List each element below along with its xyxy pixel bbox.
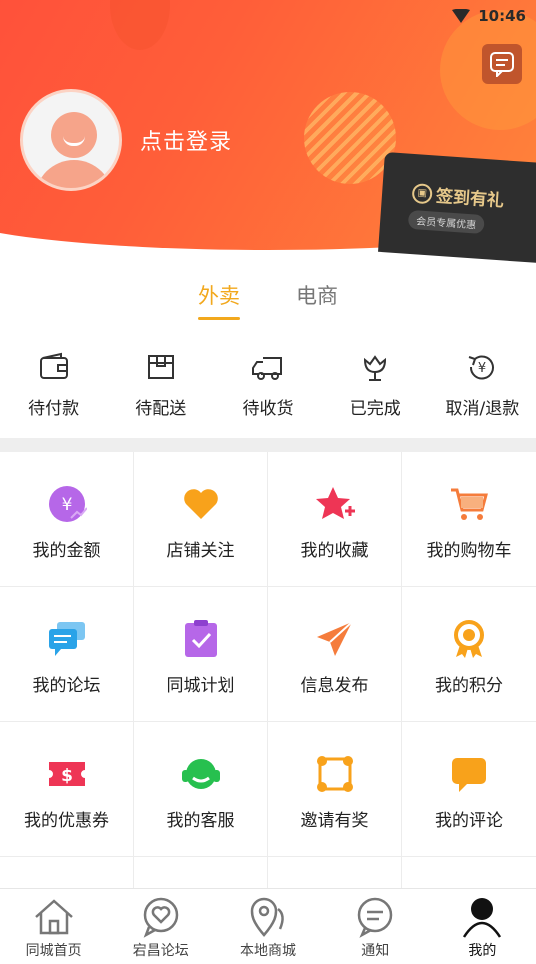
wallet-icon (39, 352, 68, 379)
grid-item-label: 我的客服 (166, 811, 235, 831)
avatar-body (35, 160, 113, 188)
grid-item-comments[interactable]: 我的评论 (402, 722, 536, 857)
signin-card[interactable]: ▣ 签到有礼 会员专属优惠 (378, 152, 536, 263)
grid-item-label: 我的优惠券 (24, 811, 109, 831)
nav-label: 我的 (468, 943, 497, 959)
nav-forum[interactable]: 宕昌论坛 (107, 889, 214, 964)
nav-label: 通知 (361, 943, 390, 959)
message-icon (490, 52, 514, 77)
profile-header: 10:46 点击登录 ▣ 签到有礼 会员专属优惠 (0, 0, 536, 270)
order-pending-receipt[interactable]: 待收货 (214, 350, 321, 430)
grid-item-coupons[interactable]: $ 我的优惠券 (0, 722, 134, 857)
svg-text:¥: ¥ (478, 361, 486, 376)
forum-icon (48, 622, 85, 656)
grid-item-label: 我的论坛 (32, 676, 101, 696)
order-label: 取消/退款 (445, 399, 520, 419)
user-icon (463, 898, 502, 938)
grid-item-label: 店铺关注 (166, 541, 235, 561)
grid-item-my-balance[interactable]: ¥ 我的金额 (0, 452, 134, 587)
grid-item-label: 我的积分 (435, 676, 503, 696)
nav-notifications[interactable]: 通知 (322, 889, 429, 964)
order-refund[interactable]: ¥ 取消/退款 (429, 350, 536, 430)
home-icon (34, 899, 73, 935)
notice-icon (357, 897, 393, 938)
profile-screen: 10:46 点击登录 ▣ 签到有礼 会员专属优惠 外卖 电商 待付款 待配送 待… (0, 0, 536, 964)
nav-label: 宕昌论坛 (132, 943, 189, 959)
order-pending-delivery[interactable]: 待配送 (107, 350, 214, 430)
flower-icon (364, 355, 387, 381)
heart-icon (183, 489, 218, 519)
gift-icon: ▣ (411, 182, 433, 204)
grid-item-label: 我的购物车 (426, 541, 512, 561)
nav-local-mall[interactable]: 本地商城 (214, 889, 321, 964)
nav-home[interactable]: 同城首页 (0, 889, 107, 964)
login-link[interactable]: 点击登录 (140, 124, 232, 156)
forum-heart-icon (143, 897, 179, 938)
grid-item-my-forum[interactable]: 我的论坛 (0, 587, 134, 722)
medal-icon (454, 620, 484, 658)
money-icon: ¥ (48, 486, 87, 522)
order-completed[interactable]: 已完成 (322, 350, 429, 430)
order-pending-payment[interactable]: 待付款 (0, 350, 107, 430)
signin-title: ▣ 签到有礼 (411, 180, 505, 211)
refund-icon: ¥ (469, 355, 495, 380)
grid-item-customer-service[interactable]: 我的客服 (134, 722, 268, 857)
message-button[interactable] (482, 44, 522, 84)
signin-subtitle: 会员专属优惠 (407, 209, 485, 235)
order-label: 待付款 (28, 399, 80, 419)
section-divider (0, 438, 536, 452)
signin-title-text: 签到有礼 (435, 186, 505, 212)
cart-icon (451, 488, 488, 520)
nav-label: 同城首页 (25, 943, 82, 959)
bottom-navigation: 同城首页 宕昌论坛 本地商城 通知 我的 (0, 888, 536, 964)
location-icon (250, 897, 284, 937)
tab-ecommerce[interactable]: 电商 (296, 280, 338, 320)
coupon-icon: $ (48, 762, 85, 786)
order-label: 待收货 (242, 399, 294, 419)
grid-item-label: 信息发布 (300, 676, 369, 696)
grid-item-invite[interactable]: 邀请有奖 (268, 722, 402, 857)
nav-label: 本地商城 (240, 943, 296, 959)
truck-icon (252, 357, 282, 380)
avatar-head (51, 112, 97, 158)
order-type-tabs: 外卖 电商 (0, 280, 536, 320)
grid-item-post-info[interactable]: 信息发布 (268, 587, 402, 722)
order-label: 已完成 (349, 399, 401, 419)
tab-takeout[interactable]: 外卖 (198, 280, 240, 320)
headset-icon (181, 759, 220, 789)
grid-item-points[interactable]: 我的积分 (402, 587, 536, 722)
grid-item-label: 我的收藏 (300, 541, 369, 561)
paper-plane-icon (316, 621, 353, 656)
grid-item-city-plan[interactable]: 同城计划 (134, 587, 268, 722)
grid-item-label: 邀请有奖 (300, 811, 369, 831)
plan-icon (184, 620, 217, 657)
invite-icon (316, 756, 353, 792)
grid-item-label: 同城计划 (166, 676, 235, 696)
status-bar: 10:46 (0, 0, 536, 32)
grid-item-favorites[interactable]: 我的收藏 (268, 452, 402, 587)
nav-mine[interactable]: 我的 (429, 889, 536, 964)
svg-text:$: $ (61, 766, 73, 786)
grid-item-shop-follow[interactable]: 店铺关注 (134, 452, 268, 587)
status-time: 10:46 (478, 7, 526, 25)
grid-item-label: 我的评论 (435, 811, 503, 831)
avatar[interactable] (20, 89, 122, 191)
wifi-icon (452, 9, 471, 23)
svg-text:¥: ¥ (61, 495, 72, 515)
star-icon (315, 487, 355, 519)
package-icon (147, 355, 174, 379)
order-label: 待配送 (135, 399, 187, 419)
grid-item-label: 我的金额 (32, 541, 101, 561)
order-status-row: 待付款 待配送 待收货 已完成 ¥ 取消/退款 (0, 350, 536, 430)
grid-item-cart[interactable]: 我的购物车 (402, 452, 536, 587)
header-decoration (304, 92, 396, 184)
comment-icon (452, 758, 486, 792)
